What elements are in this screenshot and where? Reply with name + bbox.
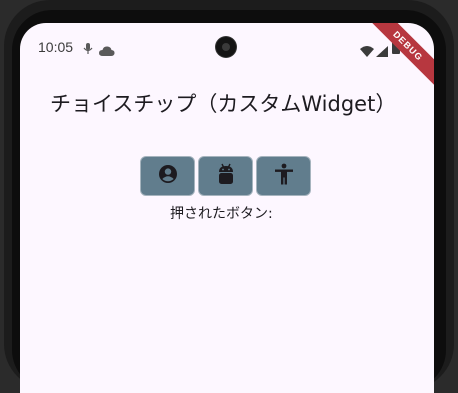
accessibility-icon — [274, 163, 294, 189]
status-bar: 10:05 DEBUG — [20, 23, 434, 95]
cloud-icon — [99, 41, 115, 60]
pressed-button-label: 押されたボタン: — [170, 206, 273, 222]
account-circle-icon — [158, 164, 178, 188]
chip-accessibility[interactable] — [256, 156, 311, 196]
signal-icon — [376, 42, 388, 61]
status-time: 10:05 — [38, 39, 74, 55]
chip-android[interactable] — [198, 156, 253, 196]
wifi-icon — [360, 42, 374, 61]
chip-account[interactable] — [140, 156, 195, 196]
mic-icon — [83, 40, 93, 59]
page-title: チョイスチップ（カスタムWidget） — [50, 92, 397, 116]
android-icon — [217, 163, 235, 189]
phone-screen: 10:05 DEBUG チョイスチップ（カスタムWidget） 押されたボタン: — [20, 23, 434, 393]
front-camera — [216, 37, 236, 57]
